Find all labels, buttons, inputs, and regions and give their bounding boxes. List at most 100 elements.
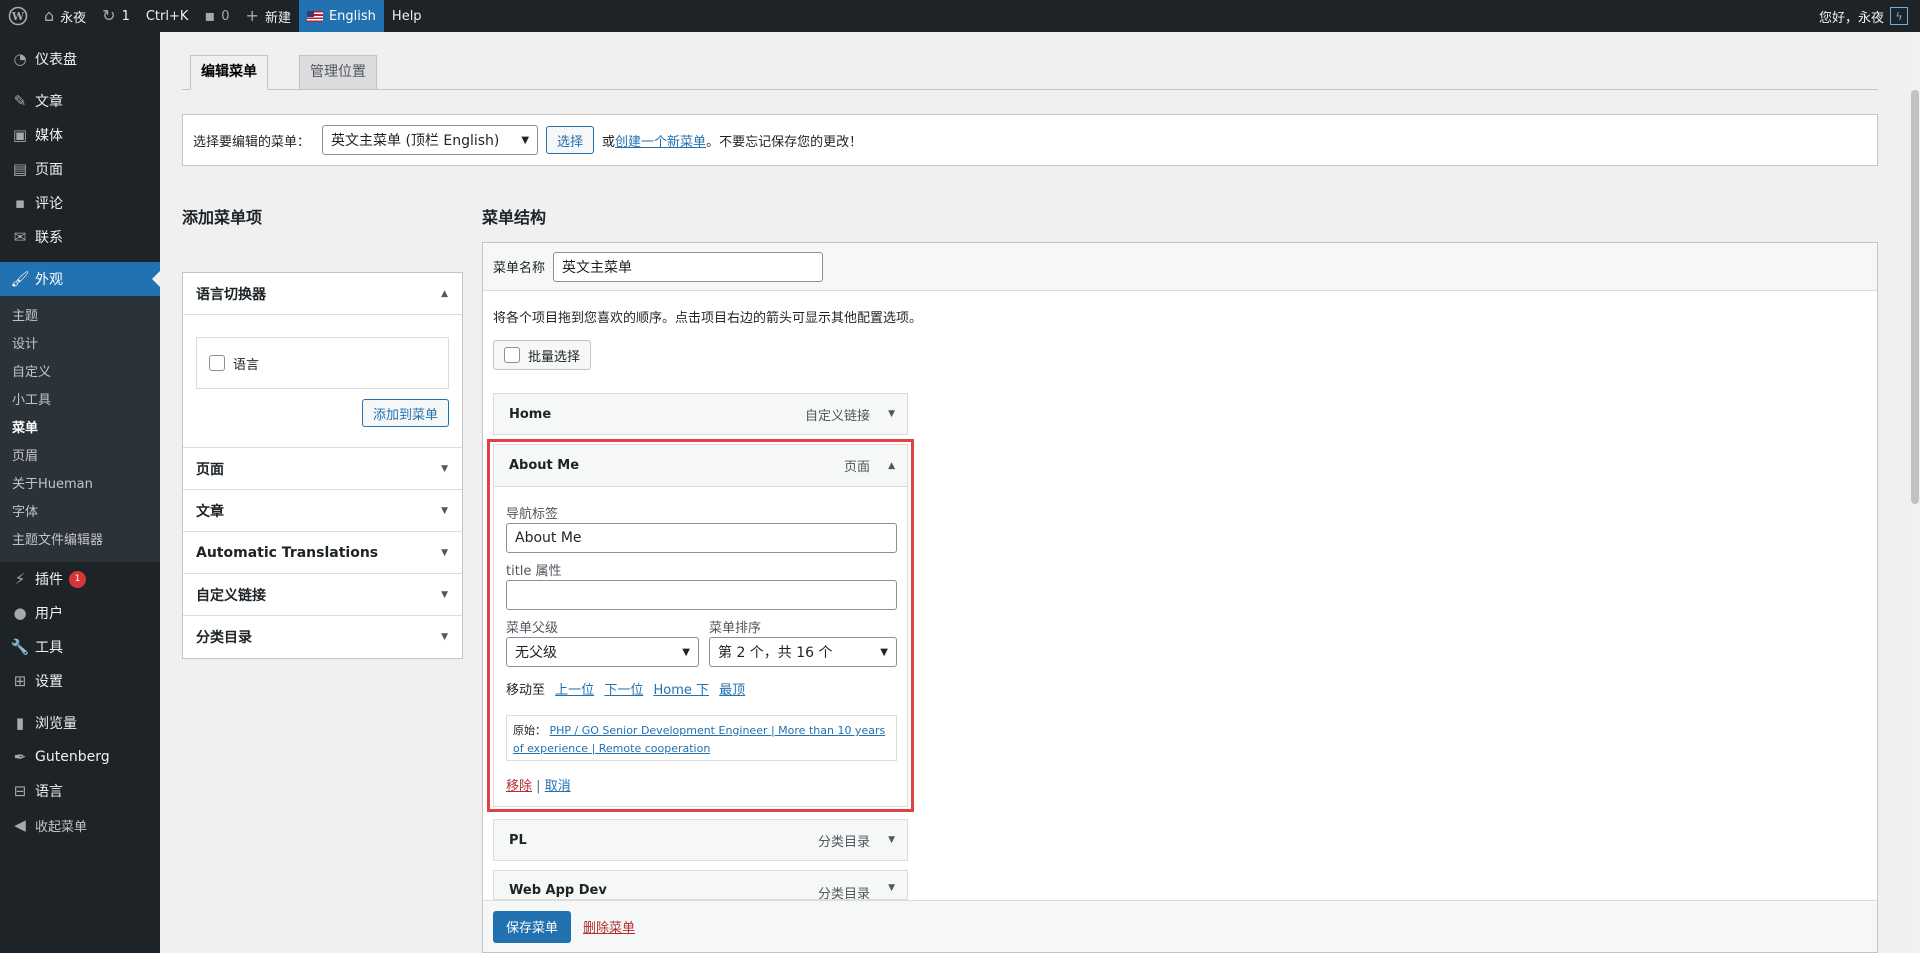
chevron-down-icon: ▼ xyxy=(521,134,530,146)
appearance-submenu: 主题 设计 自定义 小工具 菜单 页眉 关于Hueman 字体 主题文件编辑器 xyxy=(0,296,160,562)
command-palette-link[interactable]: Ctrl+K xyxy=(138,0,197,32)
collapse-icon: ◀ xyxy=(14,816,26,834)
language-checklist: 语言 xyxy=(196,337,449,389)
sidebar-item-tools[interactable]: 🔧 工具 xyxy=(0,630,160,664)
triangle-down-icon: ▼ xyxy=(441,463,448,474)
add-menu-items-title: 添加菜单项 xyxy=(182,208,263,227)
selection-highlight xyxy=(487,439,914,812)
menu-item-home[interactable]: Home 自定义链接 ▼ xyxy=(493,393,908,435)
triangle-down-icon[interactable]: ▼ xyxy=(888,409,895,419)
accordion-custom-links[interactable]: 自定义链接 ▼ xyxy=(183,574,462,616)
add-to-menu-button[interactable]: 添加到菜单 xyxy=(361,399,449,427)
accordion-posts[interactable]: 文章 ▼ xyxy=(183,490,462,532)
accordion-language-switcher[interactable]: 语言切换器 ▲ xyxy=(183,273,462,315)
brush-icon: 🖌 xyxy=(10,270,30,288)
add-menu-items-accordion: 语言切换器 ▲ 语言 添加到菜单 页面 ▼ 文章 ▼ Automatic Tra… xyxy=(182,272,463,659)
sidebar-item-settings[interactable]: ⊞ 设置 xyxy=(0,664,160,698)
dashboard-icon: ◔ xyxy=(13,50,27,68)
submenu-item-about-hueman[interactable]: 关于Hueman xyxy=(0,471,160,499)
updates-link[interactable]: ↻ 1 xyxy=(94,0,138,32)
sidebar-item-languages[interactable]: ⊟ 语言 xyxy=(0,774,160,808)
menu-management-panel: 菜单名称 英文主菜单 将各个项目拖到您喜欢的顺序。点击项目右边的箭头可显示其他配… xyxy=(482,242,1878,953)
language-switcher[interactable]: English xyxy=(298,0,384,32)
submenu-item-header[interactable]: 页眉 xyxy=(0,443,160,471)
select-menu-label: 选择要编辑的菜单： xyxy=(193,134,311,150)
language-checkbox[interactable] xyxy=(209,355,225,371)
help-link[interactable]: Help xyxy=(384,0,430,32)
submenu-item-menus[interactable]: 菜单 xyxy=(0,415,160,443)
sidebar-item-gutenberg[interactable]: ✒ Gutenberg xyxy=(0,740,160,774)
menu-instructions: 将各个项目拖到您喜欢的顺序。点击项目右边的箭头可显示其他配置选项。 xyxy=(493,311,923,326)
plugins-update-badge: 1 xyxy=(69,570,86,588)
mail-icon: ✉ xyxy=(13,228,27,246)
home-icon: ⌂ xyxy=(44,6,55,25)
settings-icon: ⊞ xyxy=(13,672,27,690)
scrollbar-thumb[interactable] xyxy=(1911,90,1919,504)
main-content: 编辑菜单 管理位置 选择要编辑的菜单： 英文主菜单 (顶栏 English) ▼… xyxy=(160,32,1910,953)
language-switcher-panel: 语言 添加到菜单 xyxy=(183,315,462,448)
delete-menu-link[interactable]: 删除菜单 xyxy=(583,917,635,936)
account-link[interactable]: 您好，永夜 xyxy=(1811,0,1884,32)
sidebar-item-plugins[interactable]: ⚡ 插件 1 xyxy=(0,562,160,596)
sidebar-item-views[interactable]: ▮ 浏览量 xyxy=(0,706,160,740)
create-new-menu-link[interactable]: 创建一个新菜单 xyxy=(615,131,706,150)
submenu-item-theme-editor[interactable]: 主题文件编辑器 xyxy=(0,527,160,555)
pen-icon: ✒ xyxy=(13,748,27,766)
plugin-icon: ⚡ xyxy=(14,570,26,588)
submenu-item-themes[interactable]: 主题 xyxy=(0,303,160,331)
triangle-down-icon: ▼ xyxy=(441,589,448,600)
triangle-up-icon: ▲ xyxy=(441,288,448,299)
translate-icon: ⊟ xyxy=(13,782,27,800)
wrench-icon: 🔧 xyxy=(10,638,30,656)
sidebar-collapse-button[interactable]: ◀ 收起菜单 xyxy=(0,808,160,842)
menu-name-header: 菜单名称 英文主菜单 xyxy=(483,243,1877,291)
admin-sidebar: ◔ 仪表盘 ✎ 文章 ▣ 媒体 ▤ 页面 ▪ 评论 ✉ 联系 🖌 外观 主题 设… xyxy=(0,32,160,953)
menu-name-input[interactable]: 英文主菜单 xyxy=(553,251,824,282)
nav-tabs: 编辑菜单 管理位置 xyxy=(182,54,1878,90)
triangle-down-icon[interactable]: ▼ xyxy=(888,883,895,893)
sidebar-item-media[interactable]: ▣ 媒体 xyxy=(0,118,160,152)
submenu-item-widgets[interactable]: 小工具 xyxy=(0,387,160,415)
menu-select[interactable]: 英文主菜单 (顶栏 English) ▼ xyxy=(322,125,539,155)
plus-icon: + xyxy=(245,6,259,25)
menu-item-pl[interactable]: PL 分类目录 ▼ xyxy=(493,819,908,861)
pin-icon: ✎ xyxy=(13,92,27,110)
sidebar-item-users[interactable]: ● 用户 xyxy=(0,596,160,630)
menu-footer: 保存菜单 删除菜单 xyxy=(483,900,1877,952)
sidebar-item-appearance[interactable]: 🖌 外观 xyxy=(0,262,160,296)
page-scrollbar[interactable] xyxy=(1910,32,1920,953)
tab-edit-menus[interactable]: 编辑菜单 xyxy=(190,55,268,90)
sidebar-item-comments[interactable]: ▪ 评论 xyxy=(0,186,160,220)
chart-icon: ▮ xyxy=(15,714,25,732)
user-icon: ● xyxy=(13,604,27,622)
sidebar-item-contact[interactable]: ✉ 联系 xyxy=(0,220,160,254)
wordpress-logo[interactable]: W xyxy=(0,0,36,32)
sidebar-item-posts[interactable]: ✎ 文章 xyxy=(0,84,160,118)
triangle-down-icon: ▼ xyxy=(441,547,448,558)
sidebar-item-pages[interactable]: ▤ 页面 xyxy=(0,152,160,186)
accordion-automatic-translations[interactable]: Automatic Translations ▼ xyxy=(183,532,462,574)
bulk-select-checkbox[interactable] xyxy=(504,347,520,363)
page-icon: ▤ xyxy=(12,160,28,178)
tab-manage-locations[interactable]: 管理位置 xyxy=(299,55,377,90)
accordion-pages[interactable]: 页面 ▼ xyxy=(183,448,462,490)
wordpress-icon: W xyxy=(8,6,28,26)
avatar[interactable]: ϟ xyxy=(1890,7,1908,25)
triangle-down-icon[interactable]: ▼ xyxy=(888,835,895,845)
menu-item-web-app-dev[interactable]: Web App Dev 分类目录 ▼ xyxy=(493,870,908,900)
save-menu-button[interactable]: 保存菜单 xyxy=(493,910,572,943)
sidebar-item-dashboard[interactable]: ◔ 仪表盘 xyxy=(0,42,160,76)
comments-link[interactable]: ▪ 0 xyxy=(196,0,237,32)
admin-bar: W ⌂ 永夜 ↻ 1 Ctrl+K ▪ 0 + 新建 English Help … xyxy=(0,0,1920,32)
comment-icon: ▪ xyxy=(204,6,216,25)
select-menu-button[interactable]: 选择 xyxy=(546,126,595,154)
accordion-categories[interactable]: 分类目录 ▼ xyxy=(183,616,462,658)
site-name-link[interactable]: ⌂ 永夜 xyxy=(36,0,94,32)
submenu-item-fonts[interactable]: 字体 xyxy=(0,499,160,527)
menu-structure-title: 菜单结构 xyxy=(482,208,547,227)
submenu-item-customize[interactable]: 自定义 xyxy=(0,359,160,387)
new-content-link[interactable]: + 新建 xyxy=(238,0,299,32)
bulk-select-toggle[interactable]: 批量选择 xyxy=(493,340,592,370)
refresh-icon: ↻ xyxy=(102,6,116,25)
submenu-item-design[interactable]: 设计 xyxy=(0,331,160,359)
